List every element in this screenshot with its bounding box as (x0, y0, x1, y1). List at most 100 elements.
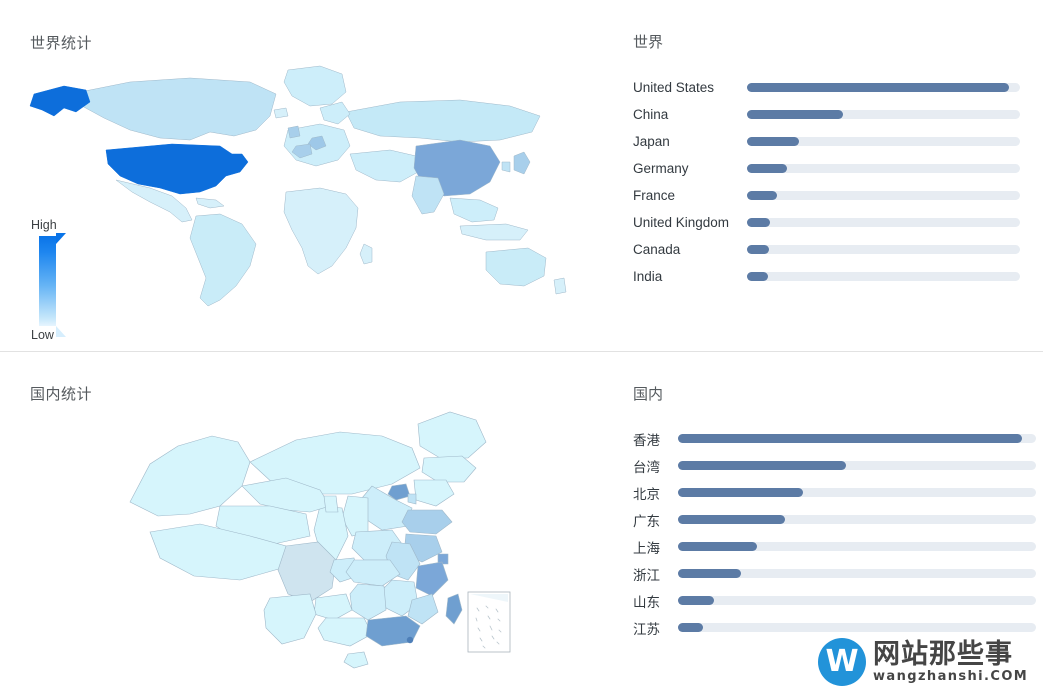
rank-row[interactable]: 香港 (633, 425, 1041, 452)
province-yunnan (263, 593, 317, 645)
rank-track (747, 83, 1020, 92)
watermark-domain: wangzhanshi.COM (873, 668, 1029, 684)
rank-row[interactable]: 台湾 (633, 452, 1041, 479)
province-sichuan (277, 541, 337, 603)
rank-track (678, 542, 1036, 551)
rank-track (747, 191, 1020, 200)
rank-fill (678, 461, 847, 470)
rank-row[interactable]: 浙江 (633, 560, 1041, 587)
rank-label: Germany (633, 161, 689, 176)
province-hong-kong (406, 636, 414, 644)
domestic-section-title: 国内统计 (30, 386, 93, 403)
rank-label: 江苏 (633, 621, 660, 637)
region-iceland (273, 107, 289, 119)
region-united-kingdom (287, 125, 301, 139)
rank-track (747, 272, 1020, 281)
rank-fill (747, 245, 769, 254)
south-china-sea-inset (467, 591, 511, 653)
rank-fill (678, 596, 714, 605)
watermark-logo-icon: W (818, 638, 866, 686)
region-alaska (29, 85, 91, 117)
world-ranking-list: United States China Japan Germany France… (633, 74, 1033, 290)
rank-track (678, 515, 1036, 524)
rank-label: France (633, 188, 676, 203)
rank-row[interactable]: Germany (633, 155, 1033, 182)
province-shandong (401, 509, 453, 535)
rank-fill (678, 623, 704, 632)
world-section-title: 世界统计 (30, 35, 93, 52)
rank-label: 上海 (633, 540, 660, 556)
region-greenland (283, 65, 347, 107)
legend-cap-bottom-icon (56, 326, 66, 337)
province-ningxia (323, 495, 339, 513)
rank-fill (678, 434, 1022, 443)
region-indonesia (459, 223, 529, 241)
rank-row[interactable]: 广东 (633, 506, 1041, 533)
region-south-america (189, 213, 257, 307)
rank-label: 香港 (633, 432, 660, 448)
rank-fill (678, 569, 741, 578)
region-madagascar (359, 243, 373, 265)
province-xinjiang (129, 435, 251, 517)
rank-label: United States (633, 80, 715, 95)
rank-row[interactable]: United States (633, 74, 1033, 101)
rank-track (678, 596, 1036, 605)
world-map-svg (29, 65, 567, 307)
domestic-ranking-list: 香港 台湾 北京 广东 上海 浙江 山东 江苏 (633, 425, 1041, 641)
rank-row[interactable]: France (633, 182, 1033, 209)
rank-label: 浙江 (633, 567, 660, 583)
region-africa (283, 187, 359, 275)
rank-label: 广东 (633, 513, 660, 529)
rank-fill (747, 218, 771, 227)
rank-label: 台湾 (633, 459, 660, 475)
rank-row[interactable]: 北京 (633, 479, 1041, 506)
rank-track (747, 137, 1020, 146)
world-map-legend: High Low (30, 218, 100, 343)
world-ranking-title: 世界 (633, 34, 664, 51)
china-choropleth-map[interactable] (120, 402, 520, 672)
world-statistics-panel: 世界统计 High Low 世界 United States China Jap… (0, 0, 1043, 351)
rank-label: China (633, 107, 669, 122)
region-korea (501, 161, 511, 173)
rank-track (678, 434, 1036, 443)
rank-row[interactable]: United Kingdom (633, 209, 1033, 236)
rank-fill (678, 488, 804, 497)
region-canada (79, 77, 277, 141)
province-guangxi (317, 617, 373, 647)
region-southeast-asia (449, 197, 499, 223)
rank-track (747, 164, 1020, 173)
rank-label: Japan (633, 134, 670, 149)
site-watermark: W 网站那些事 wangzhanshi.COM (818, 637, 1036, 687)
statistics-dashboard: 世界统计 High Low 世界 United States China Jap… (0, 0, 1043, 692)
region-india (411, 175, 445, 215)
region-australia (485, 247, 547, 287)
province-hainan (343, 651, 369, 669)
rank-fill (747, 164, 787, 173)
legend-high-label: High (31, 218, 57, 232)
rank-label: 北京 (633, 486, 660, 502)
rank-row[interactable]: 山东 (633, 587, 1041, 614)
rank-label: United Kingdom (633, 215, 730, 230)
watermark-text: 网站那些事 wangzhanshi.COM (873, 640, 1029, 684)
region-russia (345, 99, 541, 143)
legend-gradient-bar (39, 236, 56, 326)
rank-fill (678, 542, 757, 551)
rank-track (747, 218, 1020, 227)
rank-fill (747, 83, 1010, 92)
world-choropleth-map[interactable] (20, 58, 600, 318)
rank-track (747, 110, 1020, 119)
rank-row[interactable]: 上海 (633, 533, 1041, 560)
rank-fill (747, 110, 843, 119)
rank-fill (747, 137, 799, 146)
province-hunan (349, 583, 387, 621)
province-liaoning (413, 479, 455, 507)
rank-row[interactable]: Japan (633, 128, 1033, 155)
region-japan (513, 151, 531, 175)
region-middle-east (349, 149, 419, 183)
rank-row[interactable]: Canada (633, 236, 1033, 263)
province-zhejiang (415, 561, 449, 597)
rank-track (747, 245, 1020, 254)
region-caribbean (195, 197, 225, 209)
rank-row[interactable]: China (633, 101, 1033, 128)
rank-row[interactable]: India (633, 263, 1033, 290)
